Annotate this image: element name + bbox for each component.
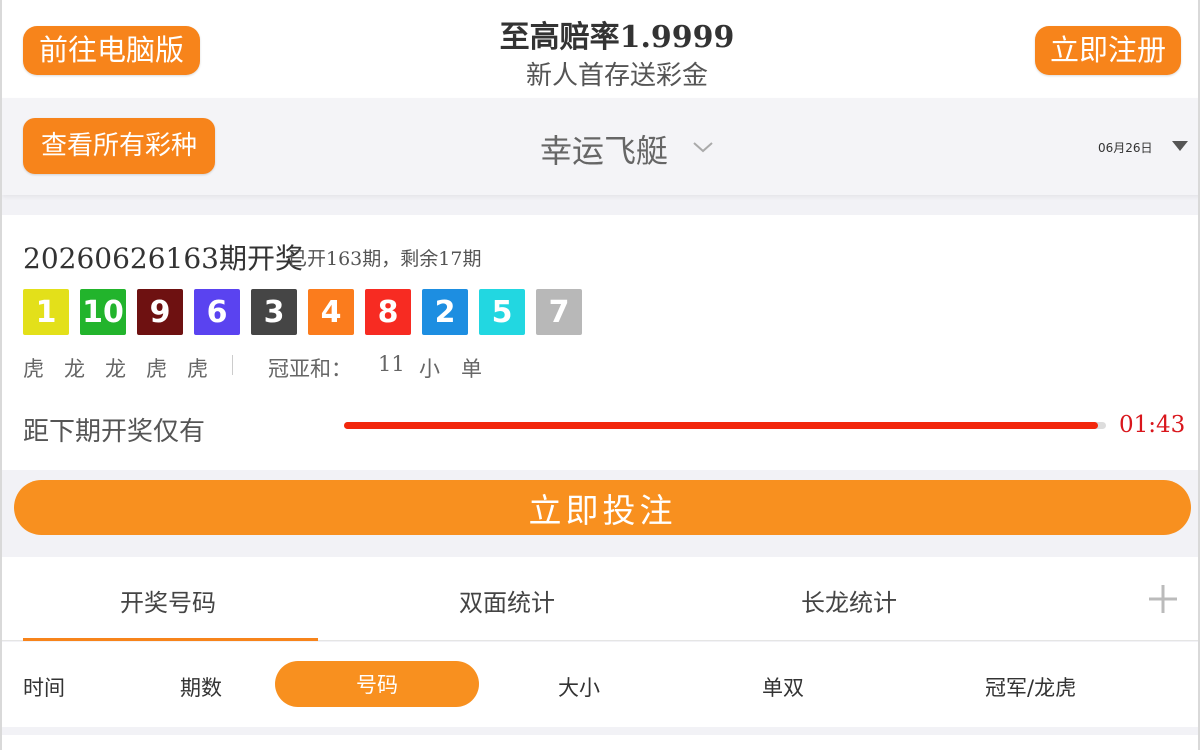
plus-icon[interactable] [1147, 583, 1179, 615]
divider [232, 355, 233, 375]
subtab-size[interactable]: 大小 [558, 672, 600, 702]
sum-size: 小 [419, 357, 440, 381]
caret-down-icon[interactable] [1172, 141, 1188, 151]
promo-subtitle: 新人首存送彩金 [525, 61, 708, 91]
subtab-champion-dragon-tiger[interactable]: 冠军/龙虎 [985, 672, 1076, 702]
result-ball: 5 [479, 289, 525, 335]
dragon-tiger-item: 龙 [64, 357, 85, 381]
stats-tabs: 开奖号码 双面统计 长龙统计 [2, 557, 1198, 641]
all-lotteries-button[interactable]: 查看所有彩种 [23, 118, 215, 174]
lottery-name[interactable]: 幸运飞艇 [540, 126, 668, 172]
lottery-selector-bar: 查看所有彩种 幸运飞艇 06月26日 [2, 98, 1198, 195]
chevron-down-icon[interactable] [692, 136, 714, 158]
result-ball: 7 [536, 289, 582, 335]
dragon-tiger-item: 虎 [146, 357, 167, 381]
dragon-tiger-item: 虎 [23, 357, 44, 381]
tab-two-sided-stats[interactable]: 双面统计 [459, 583, 555, 618]
sum-odd-even: 单 [461, 357, 482, 381]
countdown-label: 距下期开奖仅有 [23, 417, 206, 447]
subtab-odd-even[interactable]: 单双 [762, 672, 804, 702]
results-list-top [2, 735, 1198, 750]
app-frame: 前往电脑版 至高赔率1.9999 新人首存送彩金 立即注册 查看所有彩种 幸运飞… [0, 0, 1200, 750]
result-ball: 3 [251, 289, 297, 335]
subtab-time[interactable]: 时间 [23, 672, 65, 702]
view-subtabs: 时间 期数 号码 大小 单双 冠军/龙虎 [2, 642, 1198, 727]
tab-draw-numbers[interactable]: 开奖号码 [120, 583, 216, 618]
sum-label: 冠亚和： [268, 357, 352, 381]
result-ball: 8 [365, 289, 411, 335]
register-button[interactable]: 立即注册 [1035, 26, 1181, 75]
dragon-tiger-item: 龙 [105, 357, 126, 381]
tab-streak-stats[interactable]: 长龙统计 [801, 583, 897, 618]
result-ball: 10 [80, 289, 126, 335]
dragon-tiger-list: 虎龙龙虎虎 [23, 353, 228, 383]
countdown-progress [344, 422, 1106, 429]
result-ball: 9 [137, 289, 183, 335]
dragon-tiger-item: 虎 [187, 357, 208, 381]
result-ball: 6 [194, 289, 240, 335]
period-info: 已开163期，剩余17期 [288, 248, 482, 270]
header: 前往电脑版 至高赔率1.9999 新人首存送彩金 立即注册 [2, 0, 1198, 98]
promo-title: 至高赔率1.9999 [499, 20, 735, 55]
draw-result-card: 20260626163期开奖 已开163期，剩余17期 1 10 9 6 3 4… [2, 215, 1198, 470]
active-tab-indicator [23, 638, 318, 641]
date-selector[interactable]: 06月26日 [1098, 139, 1153, 156]
pc-version-button[interactable]: 前往电脑版 [23, 26, 200, 75]
subtab-numbers[interactable]: 号码 [275, 661, 479, 707]
result-ball: 2 [422, 289, 468, 335]
period-number: 20260626163期开奖 [23, 242, 303, 275]
result-ball: 4 [308, 289, 354, 335]
sum-value: 11 [378, 352, 405, 376]
subtab-period[interactable]: 期数 [180, 672, 222, 702]
result-ball: 1 [23, 289, 69, 335]
countdown-progress-fill [344, 422, 1099, 429]
place-bet-button[interactable]: 立即投注 [14, 480, 1191, 535]
countdown-time: 01:43 [1119, 412, 1186, 438]
